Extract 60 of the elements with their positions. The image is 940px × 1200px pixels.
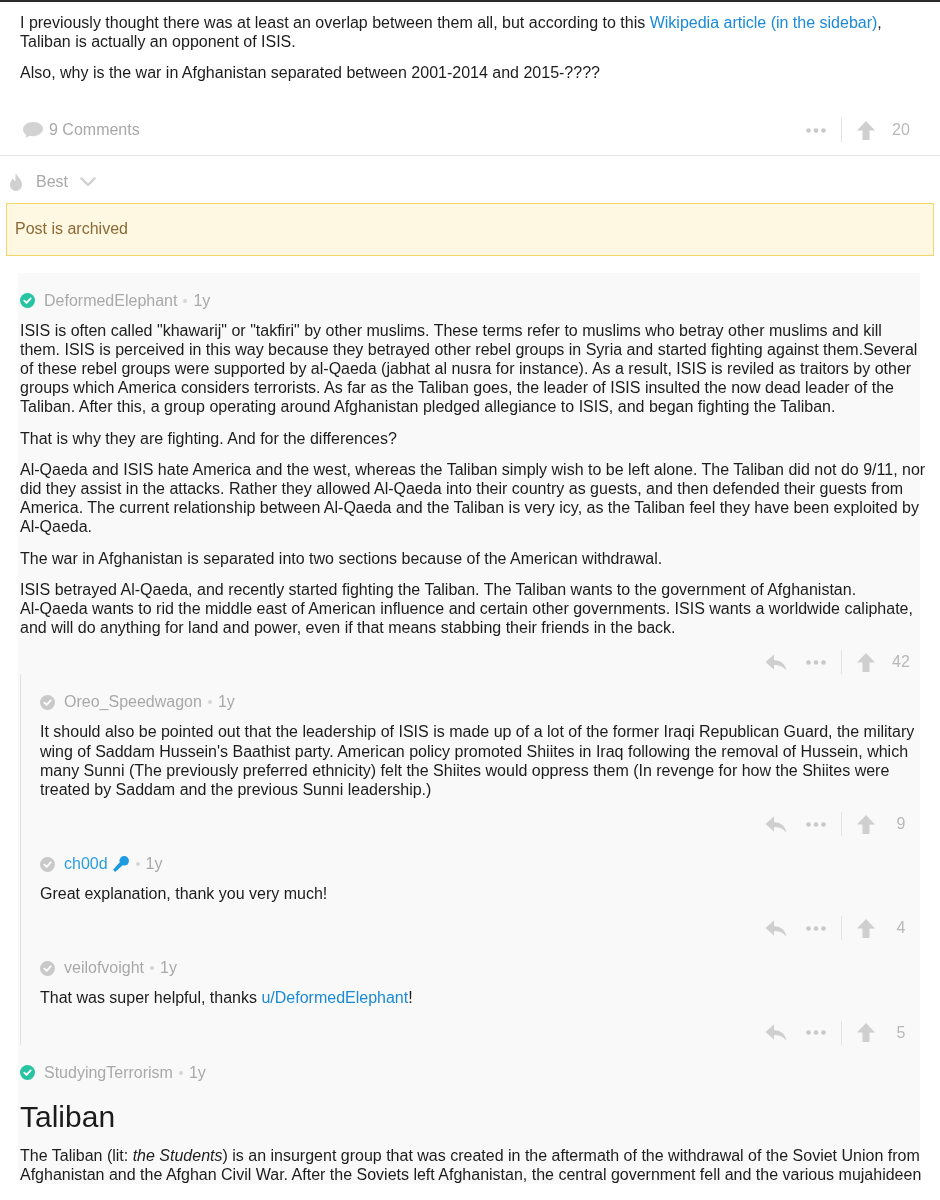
vote-score: 20: [891, 120, 911, 141]
vote-score: 4: [895, 918, 907, 939]
vote-score: 5: [895, 1022, 907, 1043]
username-link[interactable]: StudyingTerrorism: [44, 1062, 173, 1083]
comment-age: 1y: [217, 692, 235, 713]
more-options-icon[interactable]: [806, 1030, 826, 1036]
comments-button[interactable]: 9 Comments: [22, 120, 140, 141]
comment-age: 1y: [193, 290, 211, 311]
check-circle-icon[interactable]: [40, 856, 55, 872]
comment-text: Al-Qaeda and ISIS hate America and the west, whereas the Taliban simply wish to be left alone. The Taliban did not do 9/11, nor did they assist in the attacks. Rather they allowed Al-Qaeda into their country as guests, and then defended their guests from America. The current relationship between Al-Qaeda and the Taliban is very icy, as the Taliban feel they have been exploited by Al-Qaeda.: [20, 459, 926, 537]
reply-icon[interactable]: [765, 653, 787, 671]
post-text: I previously thought there was at least an overlap between them all, but according to this Wikipedia article (in the sidebar), Taliban is actually an opponent of ISIS.: [20, 13, 883, 52]
microphone-icon: [111, 855, 130, 874]
comment-text: That was super helpful, thanks u/DeformedElephant!: [40, 988, 414, 1008]
check-circle-icon[interactable]: [40, 960, 55, 976]
reply-icon[interactable]: [765, 1024, 787, 1042]
comment-text: Great explanation, thank you very much!: [40, 884, 329, 904]
more-options-icon[interactable]: [806, 127, 826, 133]
more-options-icon[interactable]: [806, 925, 826, 931]
reply-icon[interactable]: [765, 919, 787, 937]
flame-icon: [9, 172, 23, 191]
sort-dropdown[interactable]: Best: [9, 171, 96, 192]
upvote-icon[interactable]: [857, 120, 875, 140]
username-link[interactable]: veilofvoight: [64, 958, 145, 979]
comment-text: ISIS is often called "khawarij" or "takfiri" by other muslims. These terms refer to muslims who betray other muslims and kill them. ISIS is perceived in this way because they betrayed other rebel groups in Syria and started fighting against them.Several of these rebel groups were supported by al-Qaeda (jabhat al nusra for instance). As a result, ISIS is reviled as traitors by other groups which America considers terrorists. As far as the Taliban goes, the leader of ISIS insulted the now dead leader of the Taliban. After this, a group operating around Afghanistan pledged allegiance to ISIS, and began fighting the Taliban.: [20, 320, 919, 417]
username-link[interactable]: Oreo_Speedwagon: [64, 692, 202, 713]
post-text: Also, why is the war in Afghanistan separated between 2001-2014 and 2015-????: [20, 63, 601, 83]
chevron-down-icon: [80, 176, 96, 187]
speech-bubble-icon: [22, 121, 44, 140]
text-link[interactable]: Wikipedia article (in the sidebar): [649, 14, 878, 31]
comment-age: 1y: [145, 854, 163, 875]
vote-score: 9: [895, 814, 907, 835]
upvote-icon[interactable]: [857, 918, 875, 938]
upvote-icon[interactable]: [857, 652, 875, 672]
check-circle-icon[interactable]: [20, 293, 35, 309]
comment-heading: Taliban: [20, 1098, 117, 1135]
username-link[interactable]: DeformedElephant: [44, 290, 178, 311]
more-options-icon[interactable]: [806, 659, 826, 665]
separator-dot-icon: [135, 862, 140, 867]
text-link[interactable]: u/DeformedElephant: [261, 989, 409, 1007]
comment-text: That is why they are fighting. And for the differences?: [20, 428, 398, 448]
separator-dot-icon: [207, 700, 212, 705]
comment-text: The Taliban (lit: the Students) is an insurgent group that was created in the aftermath of the withdrawal of the Soviet Union from Afghanistan and the Afghan Civil War. After the Soviets left Afghanistan, the central government fell and the various mujahideen: [20, 1145, 923, 1185]
comment-text: It should also be pointed out that the leadership of ISIS is made up of a lot of the former Iraqi Republican Guard, the military wing of Saddam Hussein's Baathist party. American policy promoted Shiites in Iraq following the removal of Hussein, which many Sunni (The previously preferred ethnicity) felt the Shiites would oppress them (In revenge for how the Shiites were treated by Saddam and the previous Sunni leadership.): [40, 722, 916, 800]
comment-text: ISIS betrayed Al-Qaeda, and recently started fighting the Taliban. The Taliban wants to the government of Afghanistan. Al-Qaeda wants to rid the middle east of American influence and certain other governments. ISIS wants a worldwide caliphate, and will do anything for land and power, even if that means stabbing their friends in the back.: [20, 579, 914, 638]
comment-age: 1y: [188, 1062, 206, 1083]
separator-dot-icon: [150, 966, 155, 971]
reply-icon[interactable]: [765, 815, 787, 833]
check-circle-icon[interactable]: [20, 1065, 35, 1081]
comment-text: The war in Afghanistan is separated into two sections because of the American withdrawal.: [20, 548, 664, 568]
vote-score: 42: [891, 652, 911, 673]
comment-age: 1y: [160, 958, 177, 979]
more-options-icon[interactable]: [806, 821, 826, 827]
upvote-icon[interactable]: [857, 814, 875, 834]
separator-dot-icon: [178, 1070, 183, 1075]
username-link[interactable]: ch00d: [64, 854, 108, 875]
upvote-icon[interactable]: [857, 1023, 875, 1043]
separator-dot-icon: [183, 298, 188, 303]
archived-notice: Post is archived: [6, 202, 934, 256]
check-circle-icon[interactable]: [40, 694, 55, 710]
